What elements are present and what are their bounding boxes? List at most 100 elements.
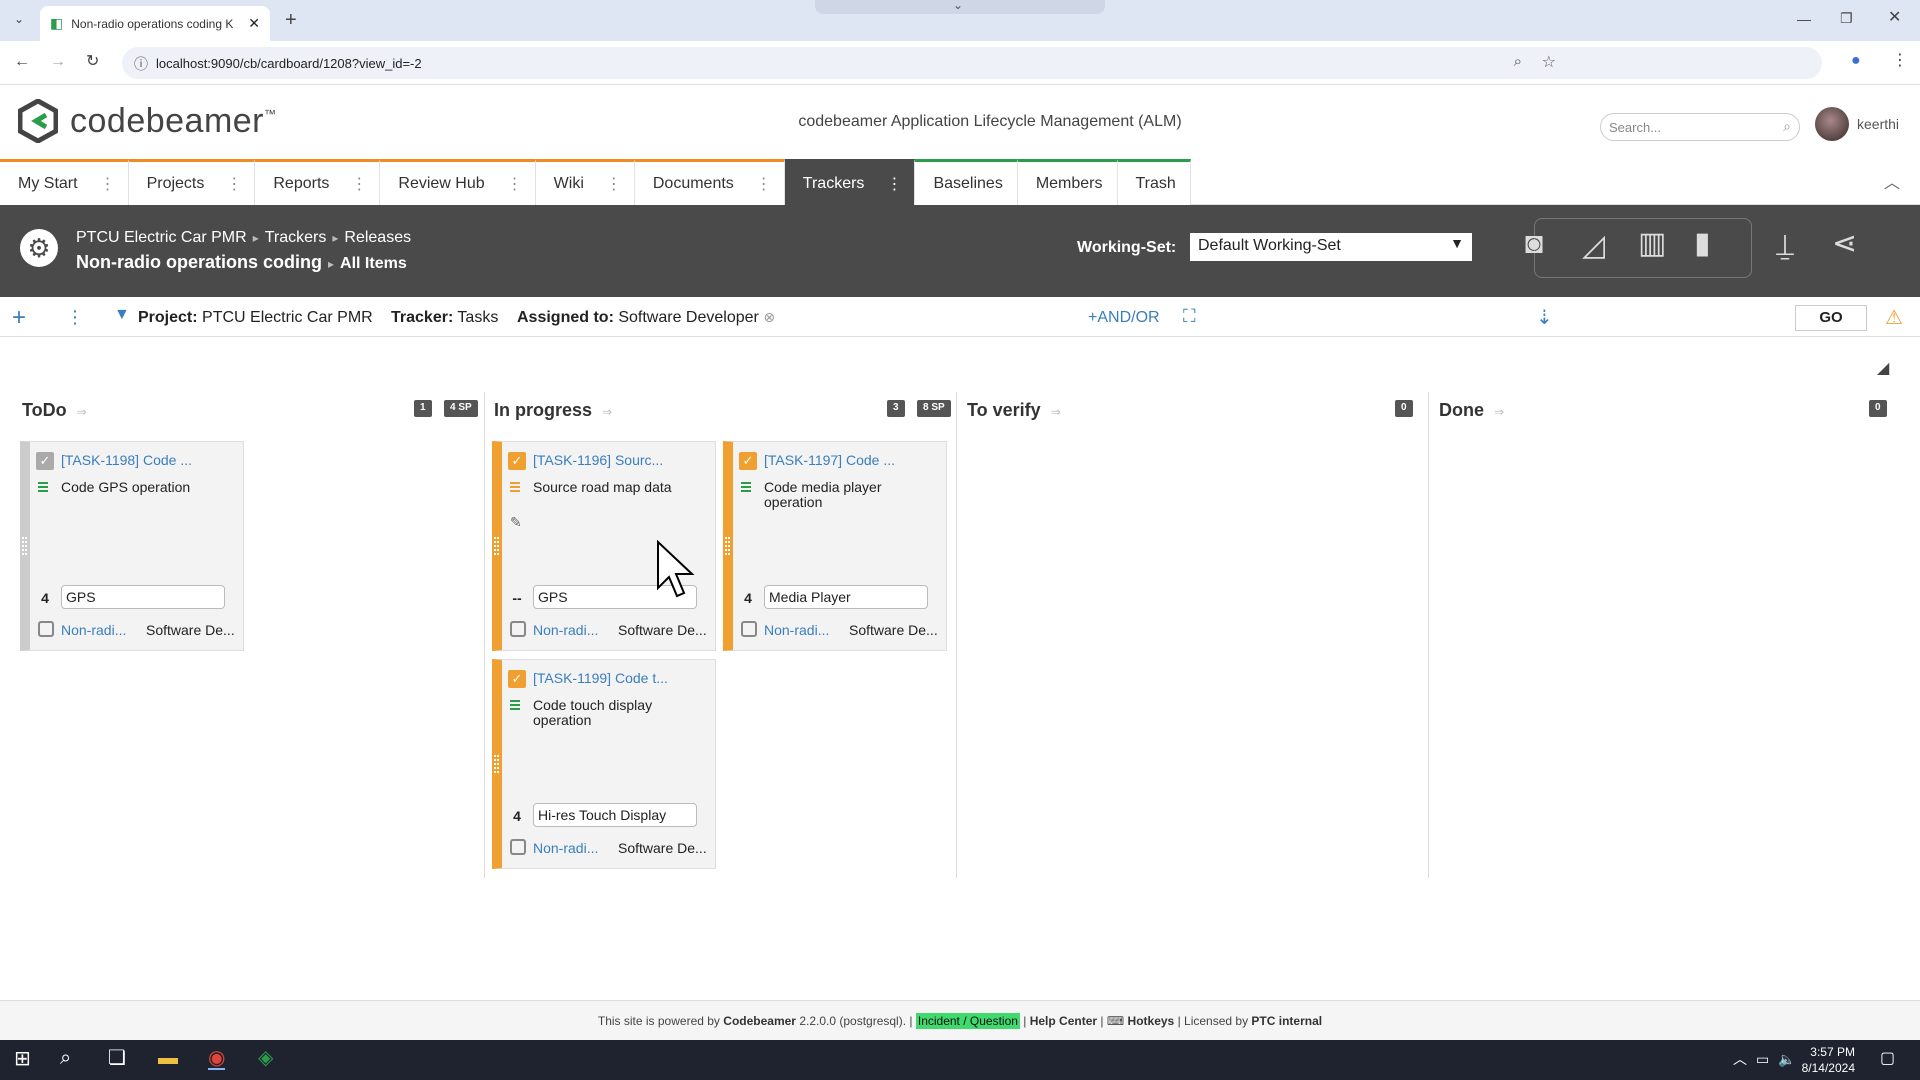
project-link[interactable]: Non-radi... (764, 622, 834, 638)
file-explorer-icon[interactable]: ▬ (158, 1048, 178, 1068)
collapse-icon[interactable]: ︿ (1884, 169, 1900, 193)
checkbox-icon[interactable]: ✓ (36, 452, 54, 470)
column-todo-header[interactable]: ToDo ⇒ (22, 400, 87, 421)
nav-projects[interactable]: Projects ⋮ (128, 159, 256, 205)
and-or-button[interactable]: +AND/OR (1088, 309, 1160, 327)
view-name[interactable]: All Items (340, 255, 407, 272)
collapse-column-icon[interactable]: ⇒ (1494, 405, 1504, 419)
component-field[interactable]: Media Player (764, 585, 928, 609)
nav-baselines[interactable]: Baselines (915, 159, 1018, 205)
close-tab-icon[interactable]: ✕ (248, 15, 260, 32)
remove-filter-icon[interactable]: ⊗ (763, 309, 775, 325)
task-key-link[interactable]: [TASK-1197] Code ... (764, 452, 944, 468)
task-card[interactable]: ✓ [TASK-1199] Code t... Code touch displ… (492, 659, 716, 869)
nav-members[interactable]: Members (1017, 159, 1118, 205)
breadcrumb-trackers[interactable]: Trackers (265, 229, 327, 246)
working-set-select[interactable]: Default Working-Set ▼ (1190, 233, 1472, 261)
drag-handle[interactable] (725, 537, 730, 555)
minimize-icon[interactable]: — (1797, 12, 1811, 26)
checkbox-icon[interactable]: ✓ (739, 452, 757, 470)
collapse-column-icon[interactable]: ⇒ (77, 405, 87, 419)
export-icon[interactable]: ⍊ (1776, 231, 1794, 261)
network-icon[interactable]: ▭ (1756, 1052, 1769, 1066)
task-key-link[interactable]: [TASK-1196] Sourc... (533, 452, 713, 468)
more-icon[interactable]: ⋮ (606, 174, 622, 194)
more-icon[interactable]: ⋮ (886, 174, 902, 194)
help-center-link[interactable]: Help Center (1030, 1014, 1097, 1028)
new-tab-icon[interactable]: + (285, 10, 297, 30)
nav-reports[interactable]: Reports ⋮ (255, 159, 381, 205)
volume-icon[interactable]: 🔈 (1778, 1052, 1795, 1066)
breadcrumb-releases[interactable]: Releases (344, 229, 411, 246)
collapse-column-icon[interactable]: ⇒ (1051, 405, 1061, 419)
hotkeys-link[interactable]: Hotkeys (1128, 1014, 1175, 1028)
column-done-header[interactable]: Done ⇒ (1439, 400, 1504, 421)
task-key-link[interactable]: [TASK-1199] Code t... (533, 670, 713, 686)
browser-menu-icon[interactable]: ⋮ (1892, 53, 1908, 69)
share-icon[interactable]: ⋖ (1832, 229, 1857, 259)
breadcrumb-project[interactable]: PTCU Electric Car PMR (76, 229, 247, 246)
go-button[interactable]: GO (1795, 305, 1867, 331)
component-field[interactable]: GPS (61, 585, 225, 609)
notifications-icon[interactable]: ▢ (1880, 1051, 1895, 1067)
user-menu[interactable]: keerthi (1815, 107, 1899, 141)
task-view-icon[interactable]: ❏ (108, 1048, 126, 1068)
nav-documents[interactable]: Documents ⋮ (634, 159, 785, 205)
system-clock[interactable]: 3:57 PM 8/14/2024 (1795, 1044, 1855, 1076)
tracker-name[interactable]: Non-radio operations coding (76, 252, 322, 272)
sort-icon[interactable]: ⇣ (1536, 305, 1553, 330)
chart-view-icon[interactable]: ▮ (1694, 229, 1711, 259)
task-key-link[interactable]: [TASK-1198] Code ... (61, 452, 241, 468)
table-view-icon[interactable]: ▥ (1638, 229, 1666, 259)
back-icon[interactable]: ← (14, 54, 30, 70)
warning-icon[interactable]: ⚠ (1885, 305, 1903, 330)
codebeamer-taskbar-icon[interactable]: ◈ (258, 1048, 273, 1068)
windows-start-icon[interactable]: ⊞ (14, 1049, 31, 1069)
forward-icon[interactable]: → (50, 54, 66, 70)
restore-icon[interactable]: ❐ (1840, 11, 1853, 25)
filter-icon[interactable]: ▼ (114, 306, 130, 324)
nav-my-start[interactable]: My Start ⋮ (0, 159, 129, 205)
drag-handle[interactable] (494, 537, 499, 555)
avatar[interactable] (1815, 107, 1849, 141)
nav-review-hub[interactable]: Review Hub ⋮ (380, 159, 536, 205)
task-card[interactable]: ✓ [TASK-1198] Code ... Code GPS operatio… (20, 441, 244, 651)
column-in-progress-header[interactable]: In progress ⇒ (494, 400, 612, 421)
zoom-icon[interactable]: ⌕ (1514, 53, 1522, 70)
filter-assigned[interactable]: Assigned to: Software Developer ⊗ (517, 309, 775, 327)
resize-icon[interactable]: ◢ (1877, 358, 1889, 378)
more-icon[interactable]: ⋮ (100, 174, 116, 194)
nav-trash[interactable]: Trash (1117, 159, 1191, 205)
more-icon[interactable]: ⋮ (756, 174, 772, 194)
fullscreen-icon[interactable]: ⛶ (1183, 306, 1196, 327)
nav-wiki[interactable]: Wiki ⋮ (535, 159, 635, 205)
incident-question-link[interactable]: Incident / Question (915, 1013, 1020, 1029)
nav-trackers[interactable]: Trackers ⋮ (784, 159, 916, 205)
task-card[interactable]: ✓ [TASK-1197] Code ... Code media player… (723, 441, 947, 651)
search-input[interactable]: Search... ⌕ (1600, 113, 1800, 141)
taskbar-search-icon[interactable]: ⌕ (60, 1048, 71, 1068)
browser-tab[interactable]: ◧ Non-radio operations coding K ✕ (40, 6, 270, 41)
tray-chevron-icon[interactable]: ︿ (1733, 1052, 1747, 1066)
cardboard-view-icon[interactable]: ◙ (1525, 229, 1543, 259)
search-icon[interactable]: ⌕ (1783, 118, 1791, 135)
checkbox-icon[interactable]: ✓ (508, 670, 526, 688)
column-to-verify-header[interactable]: To verify ⇒ (967, 400, 1061, 421)
profile-icon[interactable]: ● (1851, 53, 1861, 69)
tab-search-icon[interactable]: ⌄ (14, 13, 24, 25)
more-icon[interactable]: ⋮ (226, 174, 242, 194)
chevron-down-icon[interactable]: ⌄ (953, 0, 963, 12)
chrome-taskbar-icon[interactable]: ◉ (208, 1048, 226, 1070)
checkbox-icon[interactable]: ✓ (508, 452, 526, 470)
gear-icon[interactable]: ⚙ (20, 229, 58, 267)
more-icon[interactable]: ⋮ (507, 174, 523, 194)
more-icon[interactable]: ⋮ (351, 174, 367, 194)
project-link[interactable]: Non-radi... (61, 622, 131, 638)
project-link[interactable]: Non-radi... (533, 622, 603, 638)
drag-handle[interactable] (494, 755, 499, 773)
bookmark-star-icon[interactable]: ☆ (1542, 52, 1556, 72)
planner-view-icon[interactable]: ◿ (1582, 231, 1605, 261)
filter-tracker[interactable]: Tracker: Tasks (391, 309, 498, 327)
reload-icon[interactable]: ↻ (86, 54, 99, 70)
more-options-icon[interactable]: ⋮ (66, 307, 84, 328)
